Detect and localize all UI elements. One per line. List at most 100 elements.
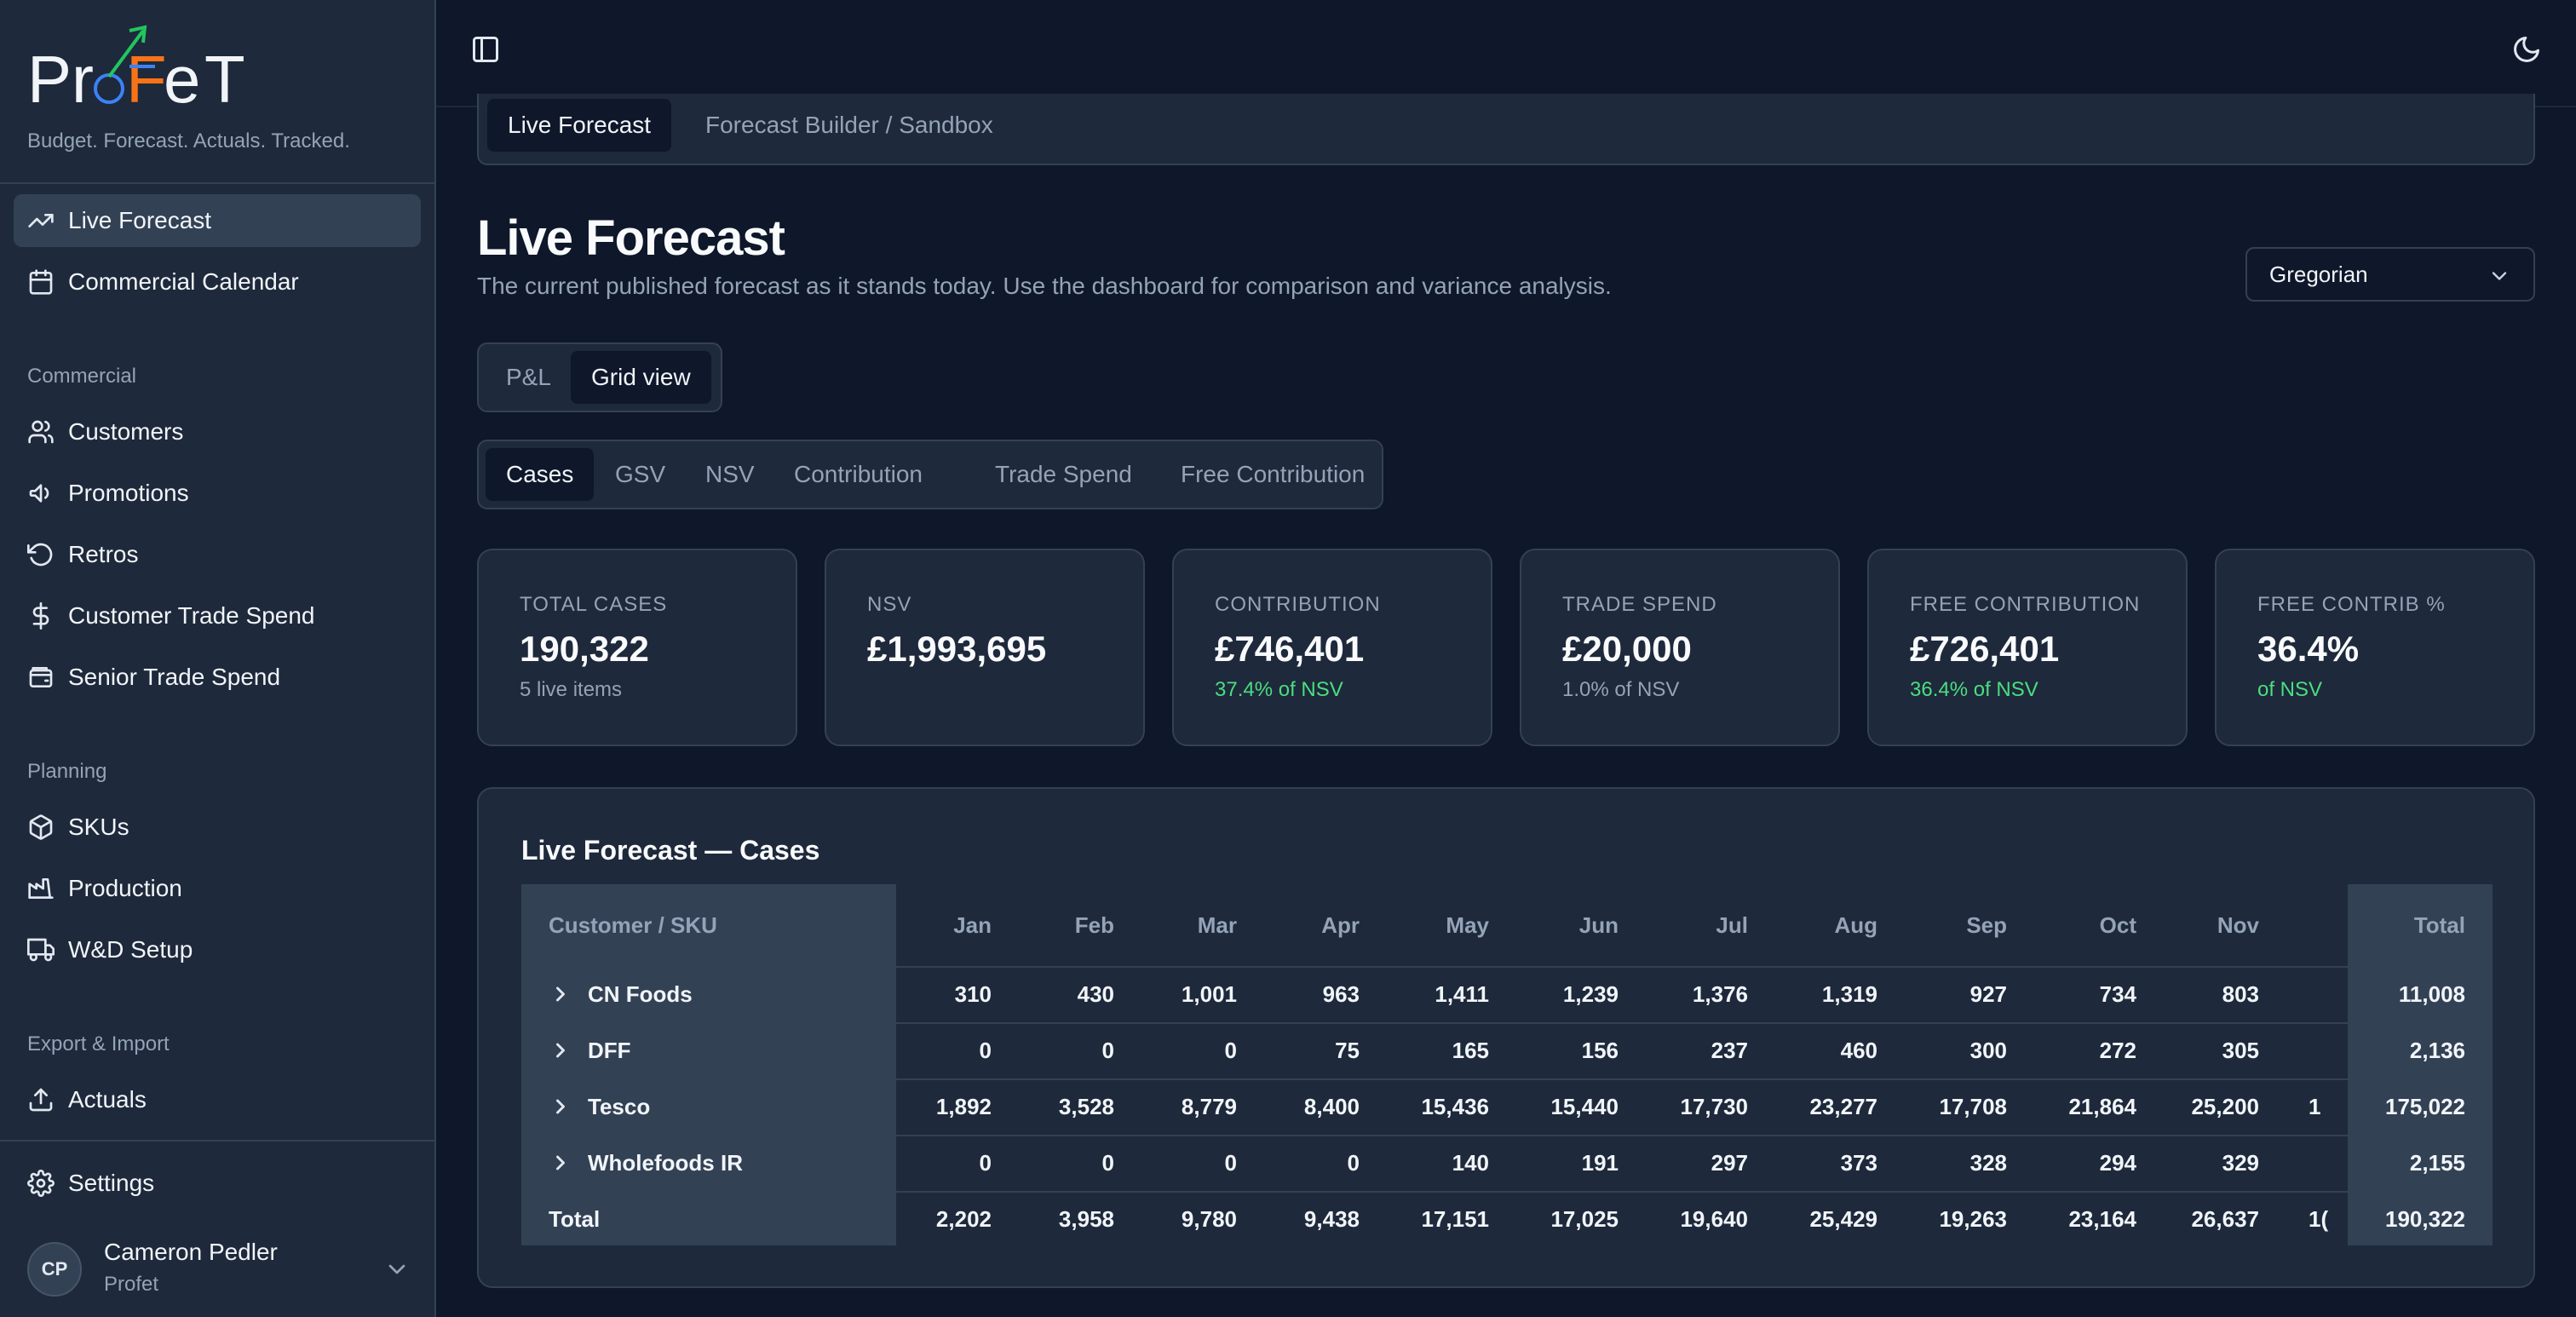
row-label-text: DFF xyxy=(588,1037,631,1063)
kpi-label: TRADE SPEND xyxy=(1562,593,1717,616)
table-cell: 140 xyxy=(1452,1149,1489,1176)
table-cell: 272 xyxy=(2099,1037,2136,1063)
sidebar-item-skus[interactable]: SKUs xyxy=(14,801,421,854)
column-header-jan[interactable]: Jan xyxy=(881,884,992,966)
tab-cases[interactable]: Cases xyxy=(486,448,595,501)
customer-row-label[interactable]: DFF xyxy=(549,1022,631,1078)
svg-text:Pr: Pr xyxy=(27,42,94,117)
table-cell: 8,400 xyxy=(1303,1093,1360,1119)
column-header-aug[interactable]: Aug xyxy=(1767,884,1877,966)
divider xyxy=(0,1140,434,1142)
sidebar-item-retros[interactable]: Retros xyxy=(14,528,421,581)
sidebar-item-production[interactable]: Production xyxy=(14,862,421,915)
sidebar-item-senior-trade-spend[interactable]: Senior Trade Spend xyxy=(14,651,421,704)
sidebar-item-commercial-calendar[interactable]: Commercial Calendar xyxy=(14,256,421,308)
brand: Pr F e T Budget. Forecast. Actuals. Trac… xyxy=(27,24,419,160)
rotate-ccw-icon xyxy=(27,541,55,568)
kpi-value: 190,322 xyxy=(520,629,649,669)
calendar-select[interactable]: Gregorian xyxy=(2245,247,2535,302)
chevron-right-icon[interactable] xyxy=(549,1038,572,1062)
sidebar-toggle-icon[interactable] xyxy=(470,34,501,65)
table-cell: 17,151 xyxy=(1421,1205,1489,1232)
sidebar-item-customers[interactable]: Customers xyxy=(14,405,421,458)
kpi-subtext: 37.4% of NSV xyxy=(1215,678,1343,701)
column-header-mar[interactable]: Mar xyxy=(1126,884,1237,966)
customer-row-label[interactable]: Tesco xyxy=(549,1078,650,1135)
table-cell-total: 2,136 xyxy=(2409,1037,2465,1063)
top-bar xyxy=(436,0,2576,107)
table-cell: 294 xyxy=(2099,1149,2136,1176)
chevron-down-icon xyxy=(388,1264,405,1274)
table-cell: 803 xyxy=(2222,981,2259,1007)
table-cell: 460 xyxy=(1840,1037,1877,1063)
table-cell: 165 xyxy=(1452,1037,1489,1063)
sidebar-item-live-forecast[interactable]: Live Forecast xyxy=(14,194,421,247)
metric-tabs: Cases GSV NSV Contribution Trade Spend F… xyxy=(477,440,1383,509)
customer-row-label[interactable]: CN Foods xyxy=(549,966,693,1022)
column-header-customer-sku[interactable]: Customer / SKU xyxy=(549,884,717,966)
chevron-right-icon[interactable] xyxy=(549,982,572,1006)
tab-free-contribution[interactable]: Free Contribution xyxy=(1160,448,1385,501)
table-title: Live Forecast — Cases xyxy=(521,835,820,866)
tab-forecast-builder[interactable]: Forecast Builder / Sandbox xyxy=(685,99,1014,152)
sidebar-item-label: Promotions xyxy=(68,480,189,506)
megaphone-icon xyxy=(27,480,55,507)
sidebar-item-label: SKUs xyxy=(68,814,129,840)
toggle-pl[interactable]: P&L xyxy=(486,351,572,404)
customer-row-label[interactable]: Wholefoods IR xyxy=(549,1135,743,1191)
kpi-total-cases: TOTAL CASES 190,322 5 live items xyxy=(477,549,797,746)
table-cell: 156 xyxy=(1581,1037,1619,1063)
column-header-sep[interactable]: Sep xyxy=(1896,884,2007,966)
row-label-text: Total xyxy=(549,1205,601,1232)
table-cell: 15,440 xyxy=(1550,1093,1619,1119)
total-row-label: Total xyxy=(549,1191,600,1245)
toggle-grid-view[interactable]: Grid view xyxy=(571,351,711,404)
row-label-text: Wholefoods IR xyxy=(588,1149,743,1176)
kpi-value: £20,000 xyxy=(1562,629,1692,669)
kpi-label: NSV xyxy=(867,593,912,616)
table-cell: 25,200 xyxy=(2191,1093,2259,1119)
table-cell: 0 xyxy=(1347,1149,1360,1176)
column-header-total[interactable]: Total xyxy=(2355,884,2465,966)
sidebar-item-actuals[interactable]: Actuals xyxy=(14,1073,421,1126)
user-org: Profet xyxy=(104,1273,159,1296)
chevron-right-icon[interactable] xyxy=(549,1095,572,1119)
kpi-value: £746,401 xyxy=(1215,629,1365,669)
section-label-planning: Planning xyxy=(27,760,107,783)
brand-tagline: Budget. Forecast. Actuals. Tracked. xyxy=(27,129,350,152)
tab-contribution[interactable]: Contribution xyxy=(773,448,943,501)
tab-nsv[interactable]: NSV xyxy=(685,448,775,501)
tab-trade-spend[interactable]: Trade Spend xyxy=(975,448,1153,501)
forecast-table-card: Live Forecast — Cases Customer / SKU Jan… xyxy=(477,787,2535,1288)
column-header-feb[interactable]: Feb xyxy=(1003,884,1114,966)
column-header-oct[interactable]: Oct xyxy=(2026,884,2136,966)
tab-live-forecast[interactable]: Live Forecast xyxy=(487,99,672,152)
table-cell: 0 xyxy=(1224,1149,1237,1176)
sidebar-item-promotions[interactable]: Promotions xyxy=(14,467,421,520)
column-header-nov[interactable]: Nov xyxy=(2148,884,2259,966)
table-cell: 15,436 xyxy=(1421,1093,1489,1119)
column-header-jun[interactable]: Jun xyxy=(1508,884,1619,966)
moon-icon[interactable] xyxy=(2511,34,2542,65)
table-cell: 75 xyxy=(1335,1037,1360,1063)
table-cell: 23,164 xyxy=(2068,1205,2136,1232)
column-header-jul[interactable]: Jul xyxy=(1637,884,1748,966)
tab-gsv[interactable]: GSV xyxy=(595,448,686,501)
column-header-apr[interactable]: Apr xyxy=(1249,884,1360,966)
user-name: Cameron Pedler xyxy=(104,1239,278,1265)
user-menu[interactable]: CP Cameron Pedler Profet xyxy=(27,1235,411,1303)
svg-text:F: F xyxy=(126,42,167,117)
kpi-free-contrib-pct: FREE CONTRIB % 36.4% of NSV xyxy=(2215,549,2535,746)
sidebar-item-settings[interactable]: Settings xyxy=(14,1157,421,1210)
profet-logo[interactable]: Pr F e T xyxy=(27,24,266,118)
table-cell: 17,025 xyxy=(1550,1205,1619,1232)
sidebar-item-wd-setup[interactable]: W&D Setup xyxy=(14,923,421,976)
page-subtitle: The current published forecast as it sta… xyxy=(477,273,1612,299)
column-header-may[interactable]: May xyxy=(1378,884,1489,966)
sidebar-item-customer-trade-spend[interactable]: Customer Trade Spend xyxy=(14,589,421,642)
chevron-right-icon[interactable] xyxy=(549,1151,572,1175)
svg-text:T: T xyxy=(204,42,245,117)
forecast-mode-tabs: Live Forecast Forecast Builder / Sandbox xyxy=(477,94,2535,165)
section-label-commercial: Commercial xyxy=(27,365,137,388)
forecast-grid[interactable]: Customer / SKU Jan Feb Mar Apr May Jun Jul Aug S… xyxy=(521,884,2493,1245)
